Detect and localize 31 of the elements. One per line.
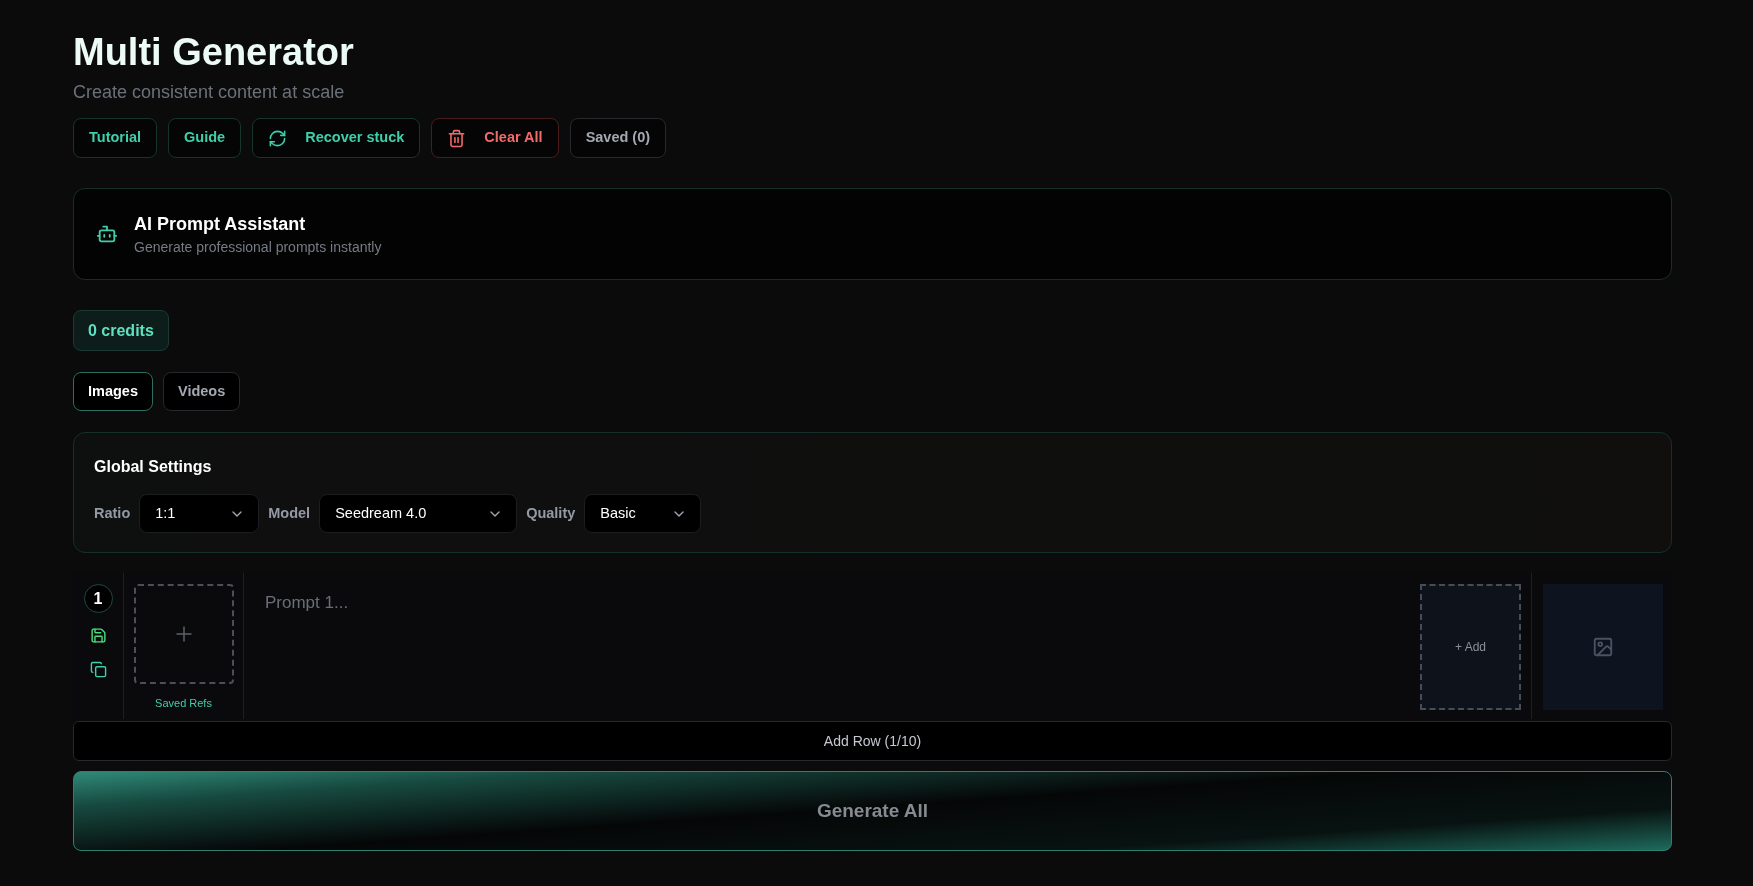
media-tab[interactable]: Images (73, 372, 153, 411)
page-title: Multi Generator (73, 31, 354, 73)
tutorial-button[interactable]: Tutorial (73, 118, 158, 158)
refresh-icon (268, 128, 288, 148)
trash-icon (447, 128, 467, 148)
media-tab[interactable]: Videos (163, 372, 241, 411)
add-image-box[interactable]: + Add (1420, 584, 1521, 710)
saved-refs-link[interactable]: Saved Refs (155, 695, 212, 712)
dropdown-select[interactable]: Basic (584, 494, 702, 533)
save-icon[interactable] (89, 627, 107, 644)
clear-all-button[interactable]: Clear All (431, 118, 559, 158)
add-row-button[interactable]: Add Row (1/10) (73, 721, 1672, 761)
assistant-card[interactable]: AI Prompt Assistant Generate professional prompts instantly (73, 188, 1672, 280)
copy-icon[interactable] (89, 661, 107, 678)
dropdown-select[interactable]: Seedream 4.0 (319, 494, 518, 533)
assistant-subtitle: Generate professional prompts instantly (134, 238, 382, 257)
field-label: Ratio (94, 503, 131, 523)
robot-icon (96, 223, 118, 245)
assistant-title: AI Prompt Assistant (134, 213, 307, 236)
prompt-field[interactable]: Prompt 1... (265, 591, 1409, 710)
image-icon (1592, 636, 1614, 658)
guide-button[interactable]: Guide (168, 118, 242, 158)
credits-badge: 0 credits (73, 310, 169, 351)
settings-title: Global Settings (94, 457, 212, 477)
saved-button[interactable]: Saved (0) (569, 118, 667, 158)
row-number: 1 (83, 584, 113, 613)
field-label: Quality (526, 503, 576, 523)
field-label: Model (268, 503, 311, 523)
page-subtitle: Create consistent content at scale (73, 81, 345, 104)
dropdown-select[interactable]: 1:1 (139, 494, 260, 533)
recover-button[interactable]: Recover stuck (252, 118, 421, 158)
